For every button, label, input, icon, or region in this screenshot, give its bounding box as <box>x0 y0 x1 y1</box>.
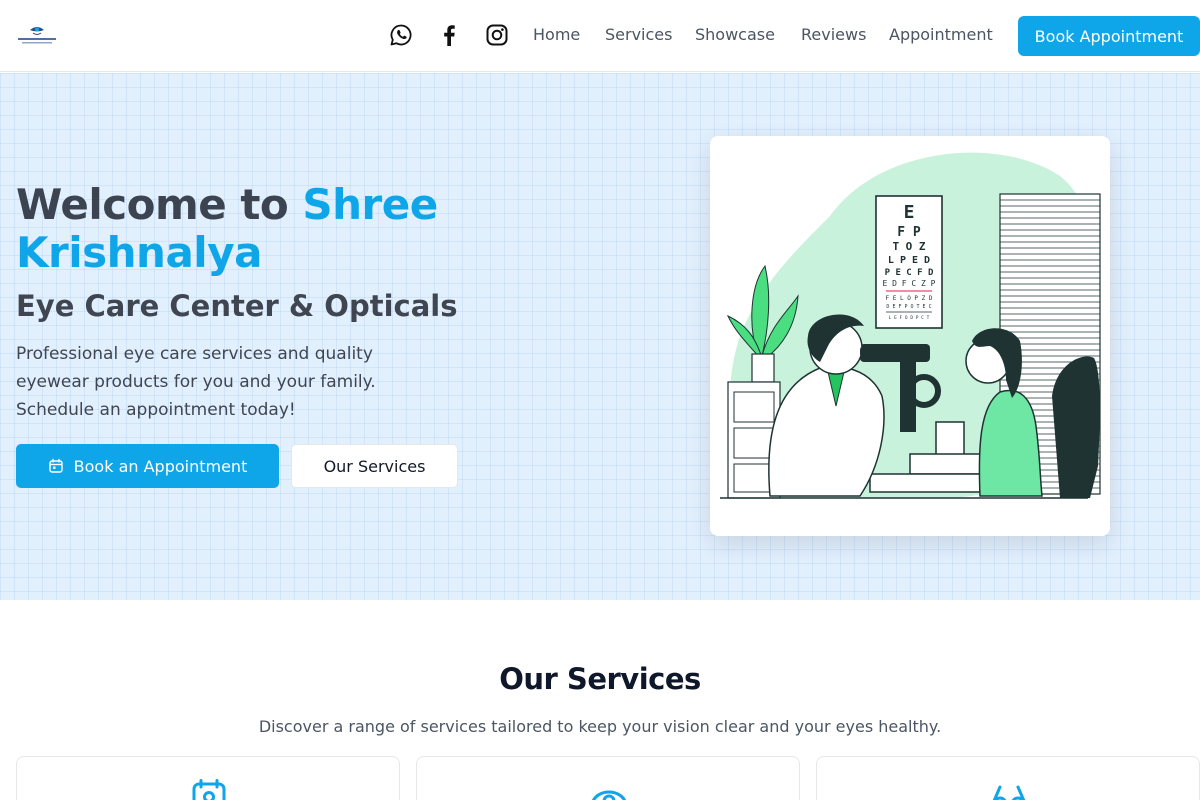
whatsapp-icon <box>390 24 412 46</box>
eye-chart-row: F E L O P Z D <box>886 295 933 302</box>
eye-chart-row: F P <box>897 225 921 240</box>
whatsapp-link[interactable] <box>388 22 414 48</box>
nav-services[interactable]: Services <box>605 25 672 44</box>
service-card[interactable] <box>16 756 400 800</box>
facebook-icon <box>444 25 455 46</box>
service-card[interactable] <box>816 756 1200 800</box>
site-header: Home Services Showcase Reviews Appointme… <box>0 0 1200 72</box>
hero-section: Welcome to Shree Krishnalya Eye Care Cen… <box>0 73 1200 600</box>
nav-home[interactable]: Home <box>533 25 580 44</box>
eye-chart-row: E <box>904 202 915 223</box>
nav-appointment[interactable]: Appointment <box>889 25 993 44</box>
eye-icon <box>591 790 627 800</box>
eye-chart-row: L E F O D P C T <box>889 315 930 321</box>
book-appointment-button[interactable]: Book Appointment <box>1018 16 1200 56</box>
illustration-card: E F P T O Z L P E D P E C F D E D F C Z … <box>710 136 1110 536</box>
calendar-icon <box>48 458 63 473</box>
eye-chart-row: T O Z <box>892 240 925 253</box>
eye-chart-row: L P E D <box>888 255 930 266</box>
book-an-appointment-button[interactable]: Book an Appointment <box>16 444 279 488</box>
hero-title-welcome: Welcome to <box>16 180 289 229</box>
services-description: Discover a range of services tailored to… <box>258 717 942 736</box>
eye-exam-illustration: E F P T O Z L P E D P E C F D E D F C Z … <box>720 152 1101 499</box>
hero-description: Professional eye care services and quali… <box>16 344 376 420</box>
facebook-link[interactable] <box>436 22 462 48</box>
eye-chart-icon: E F P T O Z L P E D P E C F D E D F C Z … <box>875 195 943 329</box>
chair-icon <box>1052 356 1100 498</box>
nav-reviews[interactable]: Reviews <box>801 25 866 44</box>
nav-showcase[interactable]: Showcase <box>695 25 775 44</box>
book-an-appointment-label: Book an Appointment <box>73 456 248 476</box>
eye-chart-row: D E F P O T E C <box>886 304 931 310</box>
instagram-icon <box>486 24 508 46</box>
hero-title: Welcome to Shree Krishnalya <box>16 181 536 277</box>
service-card[interactable] <box>416 756 800 800</box>
services-title: Our Services <box>499 662 701 696</box>
eye-chart-row: P E C F D <box>885 268 934 278</box>
glasses-icon <box>992 785 1026 800</box>
eye-logo-icon <box>18 27 56 44</box>
instagram-link[interactable] <box>484 22 510 48</box>
hero-subtitle: Eye Care Center & Opticals <box>16 289 458 323</box>
eye-chart-row: E D F C Z P <box>883 279 936 288</box>
our-services-button[interactable]: Our Services <box>291 444 458 488</box>
brand-logo[interactable] <box>16 24 58 46</box>
calendar-icon <box>192 779 226 800</box>
